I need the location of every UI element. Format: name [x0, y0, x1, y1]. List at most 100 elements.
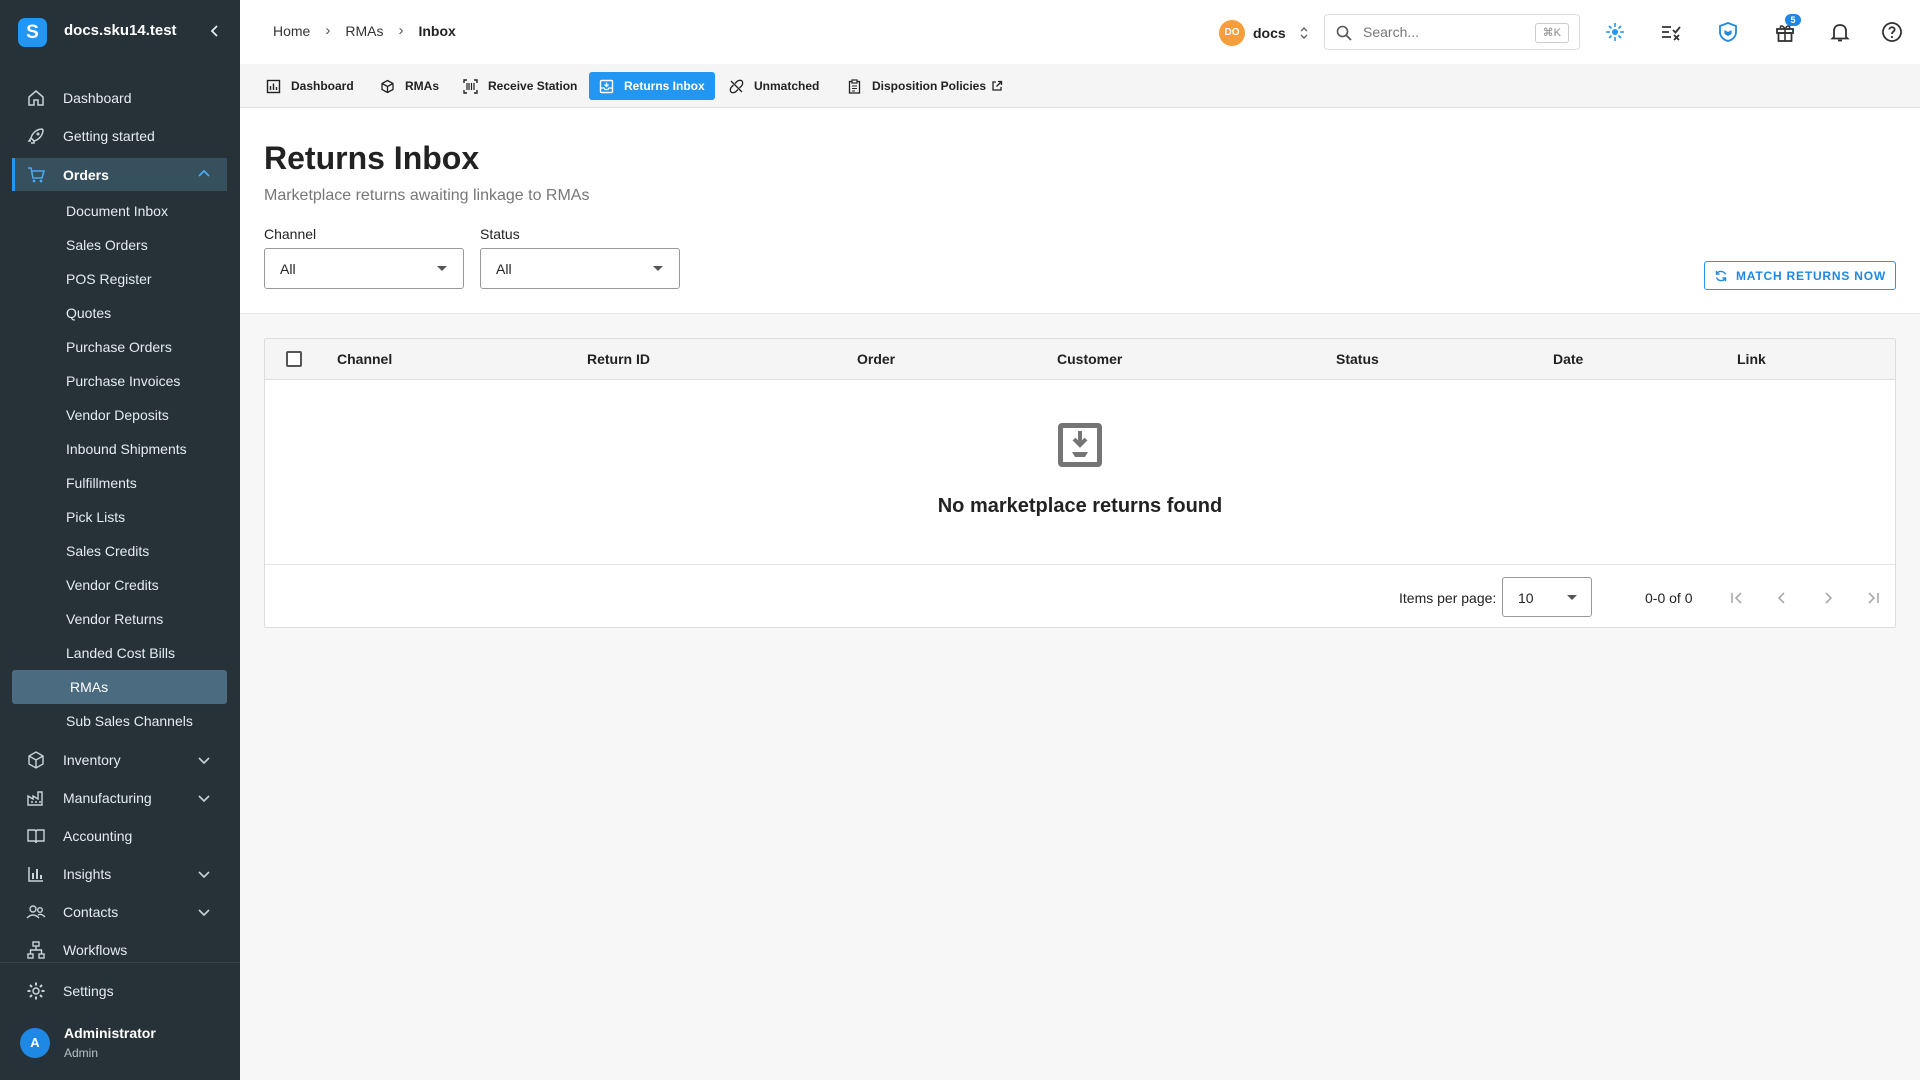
tab-label: Unmatched: [754, 79, 820, 93]
tab-label: Receive Station: [488, 79, 578, 93]
breadcrumb-separator: ›: [398, 22, 404, 39]
table-header: Channel Return ID Order Customer Status …: [265, 339, 1895, 380]
app-logo[interactable]: S: [18, 18, 47, 47]
page-subtitle: Marketplace returns awaiting linkage to …: [264, 187, 590, 204]
sidebar-subitem-purchase-orders[interactable]: Purchase Orders: [66, 337, 172, 357]
chevron-up-icon[interactable]: [197, 167, 211, 181]
bar-chart-icon: [28, 867, 43, 882]
sidebar-subitem-fulfillments[interactable]: Fulfillments: [66, 473, 137, 493]
empty-state-message: No marketplace returns found: [937, 495, 1223, 517]
box-icon: [28, 751, 44, 769]
help-icon[interactable]: [1881, 21, 1903, 43]
tasks-icon[interactable]: [1660, 21, 1682, 43]
sidebar-item-inventory[interactable]: Inventory: [12, 744, 227, 776]
column-header-status[interactable]: Status: [1336, 351, 1379, 367]
sidebar-subitem-sales-orders[interactable]: Sales Orders: [66, 235, 148, 255]
sidebar-subitem-pick-lists[interactable]: Pick Lists: [66, 507, 125, 527]
ai-sparkle-icon[interactable]: [1604, 21, 1626, 43]
unlink-icon: [729, 79, 744, 93]
channel-filter-label: Channel: [264, 226, 317, 242]
factory-icon: [27, 791, 43, 806]
workspace-name: docs: [1253, 25, 1286, 41]
first-page-icon[interactable]: [1727, 588, 1747, 608]
dashboard-icon: [266, 79, 281, 93]
user-name[interactable]: Administrator: [64, 1025, 156, 1041]
select-all-checkbox[interactable]: [286, 351, 302, 367]
gear-icon: [27, 982, 45, 1000]
tab-receive-station[interactable]: Receive Station: [453, 72, 587, 100]
search-placeholder: Search...: [1363, 24, 1420, 40]
cart-icon: [28, 166, 46, 182]
items-per-page-select[interactable]: 10: [1502, 577, 1592, 617]
status-filter-label: Status: [480, 226, 520, 242]
breadcrumb-rmas[interactable]: RMAs: [345, 23, 383, 39]
sidebar-subitem-inbound-shipments[interactable]: Inbound Shipments: [66, 439, 187, 459]
column-header-channel[interactable]: Channel: [337, 351, 392, 367]
sidebar-subitem-vendor-credits[interactable]: Vendor Credits: [66, 575, 159, 595]
avatar[interactable]: A: [20, 1028, 50, 1058]
column-header-return-id[interactable]: Return ID: [587, 351, 650, 367]
breadcrumb-separator: ›: [325, 22, 331, 39]
sidebar-subitem-vendor-deposits[interactable]: Vendor Deposits: [66, 405, 169, 425]
sidebar-item-manufacturing[interactable]: Manufacturing: [12, 782, 227, 814]
sidebar-item-dashboard[interactable]: Dashboard: [12, 82, 227, 114]
page-title: Returns Inbox: [264, 140, 480, 176]
column-header-link[interactable]: Link: [1737, 351, 1766, 367]
breadcrumb-home[interactable]: Home: [273, 23, 310, 39]
sidebar-subitem-pos-register[interactable]: POS Register: [66, 269, 152, 289]
previous-page-icon[interactable]: [1772, 588, 1792, 608]
sidebar-item-insights[interactable]: Insights: [12, 858, 227, 890]
sidebar-item-label: Getting started: [63, 128, 155, 144]
tab-disposition-policies[interactable]: Disposition Policies: [837, 72, 1013, 100]
breadcrumb-current: Inbox: [418, 22, 456, 39]
sidebar-item-getting-started[interactable]: Getting started: [12, 120, 227, 152]
sidebar-subitem-vendor-returns[interactable]: Vendor Returns: [66, 609, 163, 629]
collapse-sidebar-icon[interactable]: [206, 22, 224, 40]
people-icon: [26, 905, 46, 919]
tab-label: Dashboard: [291, 79, 354, 93]
sidebar-subitem-landed-cost-bills[interactable]: Landed Cost Bills: [66, 643, 175, 663]
notification-count-badge: 5: [1785, 14, 1801, 26]
sidebar-item-contacts[interactable]: Contacts: [12, 896, 227, 928]
sidebar-item-label: Settings: [63, 983, 114, 999]
sidebar-subitem-sub-sales-channels[interactable]: Sub Sales Channels: [66, 711, 193, 731]
workspace-switcher[interactable]: DO docs: [1219, 20, 1310, 46]
sync-icon: [1715, 270, 1727, 281]
tab-rmas[interactable]: RMAs: [370, 72, 449, 100]
sidebar-subitem-document-inbox[interactable]: Document Inbox: [66, 201, 168, 221]
sidebar-subitem-rmas[interactable]: RMAs: [12, 670, 227, 704]
empty-inbox-icon: [1058, 423, 1102, 467]
tab-unmatched[interactable]: Unmatched: [719, 72, 829, 100]
app-title[interactable]: docs.sku14.test: [64, 22, 177, 39]
scanner-icon: [463, 78, 478, 94]
status-filter-value: All: [496, 261, 512, 277]
sidebar-subitem-purchase-invoices[interactable]: Purchase Invoices: [66, 371, 180, 391]
chevron-down-icon[interactable]: [197, 791, 211, 805]
sort-toggle-icon: [1300, 27, 1308, 39]
shield-icon[interactable]: [1717, 21, 1739, 43]
chevron-down-icon[interactable]: [197, 753, 211, 767]
sidebar-subitem-quotes[interactable]: Quotes: [66, 303, 111, 323]
tab-dashboard[interactable]: Dashboard: [256, 72, 364, 100]
sidebar-subitem-sales-credits[interactable]: Sales Credits: [66, 541, 149, 561]
bell-icon[interactable]: [1829, 21, 1851, 43]
external-link-icon: [992, 80, 1003, 91]
sidebar-item-label: Insights: [63, 866, 112, 882]
sidebar-item-accounting[interactable]: Accounting: [12, 820, 227, 852]
column-header-date[interactable]: Date: [1553, 351, 1583, 367]
status-filter-select[interactable]: All: [480, 248, 680, 289]
user-role: Admin: [64, 1046, 99, 1060]
column-header-order[interactable]: Order: [857, 351, 895, 367]
tab-bar: Dashboard RMAs Receive Station Returns I…: [240, 64, 1920, 108]
last-page-icon[interactable]: [1863, 588, 1883, 608]
sidebar-item-orders[interactable]: Orders: [12, 158, 227, 191]
chevron-down-icon[interactable]: [197, 867, 211, 881]
column-header-customer[interactable]: Customer: [1057, 351, 1122, 367]
chevron-down-icon[interactable]: [197, 905, 211, 919]
next-page-icon[interactable]: [1818, 588, 1838, 608]
match-returns-button[interactable]: MATCH RETURNS NOW: [1704, 261, 1896, 290]
channel-filter-select[interactable]: All: [264, 248, 464, 289]
search-input[interactable]: Search... ⌘K: [1324, 14, 1580, 50]
sidebar-item-settings[interactable]: Settings: [12, 975, 227, 1007]
tab-returns-inbox[interactable]: Returns Inbox: [589, 72, 715, 100]
